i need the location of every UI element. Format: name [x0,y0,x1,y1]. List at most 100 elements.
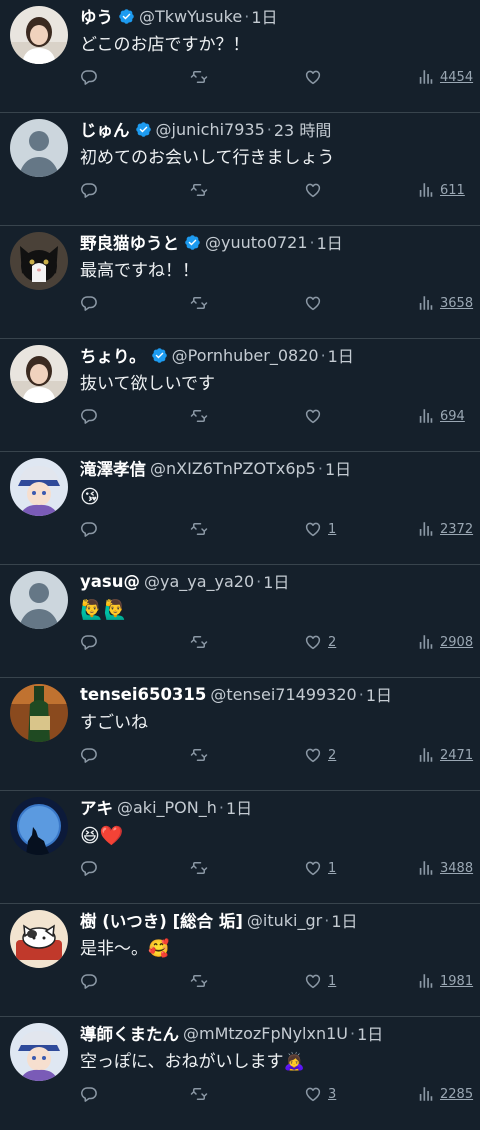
timestamp[interactable]: 1日 [226,795,252,819]
views-button[interactable]: 1981 [416,968,473,994]
author-name[interactable]: 野良猫ゆうと [80,230,179,254]
tweet-9[interactable]: 樹 (いつき) [総合 垢] @ituki_gr · 1日 是非〜。🥰 1 19… [0,904,480,1017]
avatar-anime-illustration[interactable] [10,458,68,516]
author-handle[interactable]: @TkwYusuke [139,7,242,26]
author-handle[interactable]: @junichi7935 [156,120,265,139]
tweet-header: yasu@ @ya_ya_ya20 · 1日 [80,567,474,595]
tweet-5[interactable]: 滝澤孝信 @nXIZ6TnPZOTx6p5 · 1日 😘 1 2372 [0,452,480,565]
views-button[interactable]: 611 [416,177,465,203]
views-button[interactable]: 2372 [416,516,473,542]
author-handle[interactable]: @nXIZ6TnPZOTx6p5 [150,459,316,478]
author-handle[interactable]: @yuuto0721 [205,233,308,252]
author-handle[interactable]: @ya_ya_ya20 [144,572,254,591]
like-button[interactable] [304,403,328,429]
retweet-button[interactable] [190,403,208,429]
like-button[interactable]: 2 [304,742,336,768]
views-count: 2471 [440,747,474,763]
reply-button[interactable] [80,177,98,203]
avatar-bottle-photo[interactable] [10,684,68,742]
author-name[interactable]: tensei650315 [80,685,206,704]
views-button[interactable]: 4454 [416,64,473,90]
like-button[interactable] [304,64,328,90]
author-handle[interactable]: @tensei71499320 [210,685,356,704]
author-handle[interactable]: @mMtzozFpNylxn1U [183,1024,348,1043]
author-name[interactable]: 樹 (いつき) [総合 垢] [80,908,243,932]
avatar-moon-wolf[interactable] [10,797,68,855]
author-handle[interactable]: @Pornhuber_0820 [172,346,319,365]
like-button[interactable]: 1 [304,516,336,542]
reply-button[interactable] [80,1081,98,1107]
views-button[interactable]: 694 [416,403,465,429]
reply-button[interactable] [80,403,98,429]
retweet-button[interactable] [190,742,208,768]
like-button[interactable]: 3 [304,1081,336,1107]
tweet-7[interactable]: tensei650315 @tensei71499320 · 1日 すごいね 2… [0,678,480,791]
reply-button[interactable] [80,516,98,542]
author-name[interactable]: アキ [80,795,113,819]
timestamp[interactable]: 1日 [357,1021,383,1045]
action-bar: 3 2285 [80,1081,476,1107]
views-count: 2908 [440,634,474,650]
author-handle[interactable]: @ituki_gr [247,911,322,930]
retweet-button[interactable] [190,968,208,994]
views-button[interactable]: 2471 [416,742,473,768]
author-name[interactable]: ちょり。 [80,343,146,367]
timestamp[interactable]: 1日 [328,343,354,367]
tweet-8[interactable]: アキ @aki_PON_h · 1日 😆❤️ 1 3488 [0,791,480,904]
reply-button[interactable] [80,290,98,316]
author-name[interactable]: じゅん [80,117,130,141]
views-button[interactable]: 3658 [416,290,473,316]
reply-button[interactable] [80,64,98,90]
tweet-3[interactable]: 野良猫ゆうと @yuuto0721 · 1日 最高ですね！！ 3658 [0,226,480,339]
avatar-photo-person[interactable] [10,6,68,64]
timestamp[interactable]: 1日 [251,4,277,28]
author-name[interactable]: 滝澤孝信 [80,456,146,480]
tweet-10[interactable]: 導師くまたん @mMtzozFpNylxn1U · 1日 空っぽに、おねがいしま… [0,1017,480,1130]
like-button[interactable]: 2 [304,629,336,655]
retweet-button[interactable] [190,629,208,655]
views-count: 2372 [440,521,474,537]
like-button[interactable]: 1 [304,855,336,881]
timestamp[interactable]: 1日 [366,682,392,706]
tweet-4[interactable]: ちょり。 @Pornhuber_0820 · 1日 抜いて欲しいです 694 [0,339,480,452]
retweet-button[interactable] [190,64,208,90]
author-name[interactable]: ゆう [80,4,113,28]
tweet-header: アキ @aki_PON_h · 1日 [80,793,474,821]
reply-button[interactable] [80,742,98,768]
retweet-button[interactable] [190,516,208,542]
retweet-button[interactable] [190,290,208,316]
author-handle[interactable]: @aki_PON_h [117,798,217,817]
action-bar: 2 2471 [80,742,476,768]
avatar-anime-illustration[interactable] [10,1023,68,1081]
like-button[interactable]: 1 [304,968,336,994]
avatar-default-avatar[interactable] [10,119,68,177]
avatar-default-avatar[interactable] [10,571,68,629]
retweet-button[interactable] [190,1081,208,1107]
tweet-1[interactable]: ゆう @TkwYusuke · 1日 どこのお店ですか？！ 4454 [0,0,480,113]
like-button[interactable] [304,177,328,203]
retweet-icon [190,520,208,538]
views-button[interactable]: 3488 [416,855,473,881]
retweet-button[interactable] [190,855,208,881]
reply-button[interactable] [80,855,98,881]
reply-button[interactable] [80,629,98,655]
avatar-cat-photo[interactable] [10,232,68,290]
author-name[interactable]: yasu@ [80,572,140,591]
views-button[interactable]: 2285 [416,1081,473,1107]
timestamp[interactable]: 23 時間 [274,117,331,141]
views-button[interactable]: 2908 [416,629,473,655]
timestamp[interactable]: 1日 [317,230,343,254]
like-button[interactable] [304,290,328,316]
avatar-photo-person[interactable] [10,345,68,403]
reply-button[interactable] [80,968,98,994]
retweet-button[interactable] [190,177,208,203]
timestamp[interactable]: 1日 [325,456,351,480]
author-name[interactable]: 導師くまたん [80,1021,179,1045]
retweet-icon [190,633,208,651]
timestamp[interactable]: 1日 [263,569,289,593]
reply-icon [80,972,98,990]
avatar-cat-illustration[interactable] [10,910,68,968]
tweet-2[interactable]: じゅん @junichi7935 · 23 時間 初めてのお会いして行きましょう [0,113,480,226]
timestamp[interactable]: 1日 [331,908,357,932]
tweet-6[interactable]: yasu@ @ya_ya_ya20 · 1日 🙋‍♂️🙋‍♂️ [0,565,480,678]
